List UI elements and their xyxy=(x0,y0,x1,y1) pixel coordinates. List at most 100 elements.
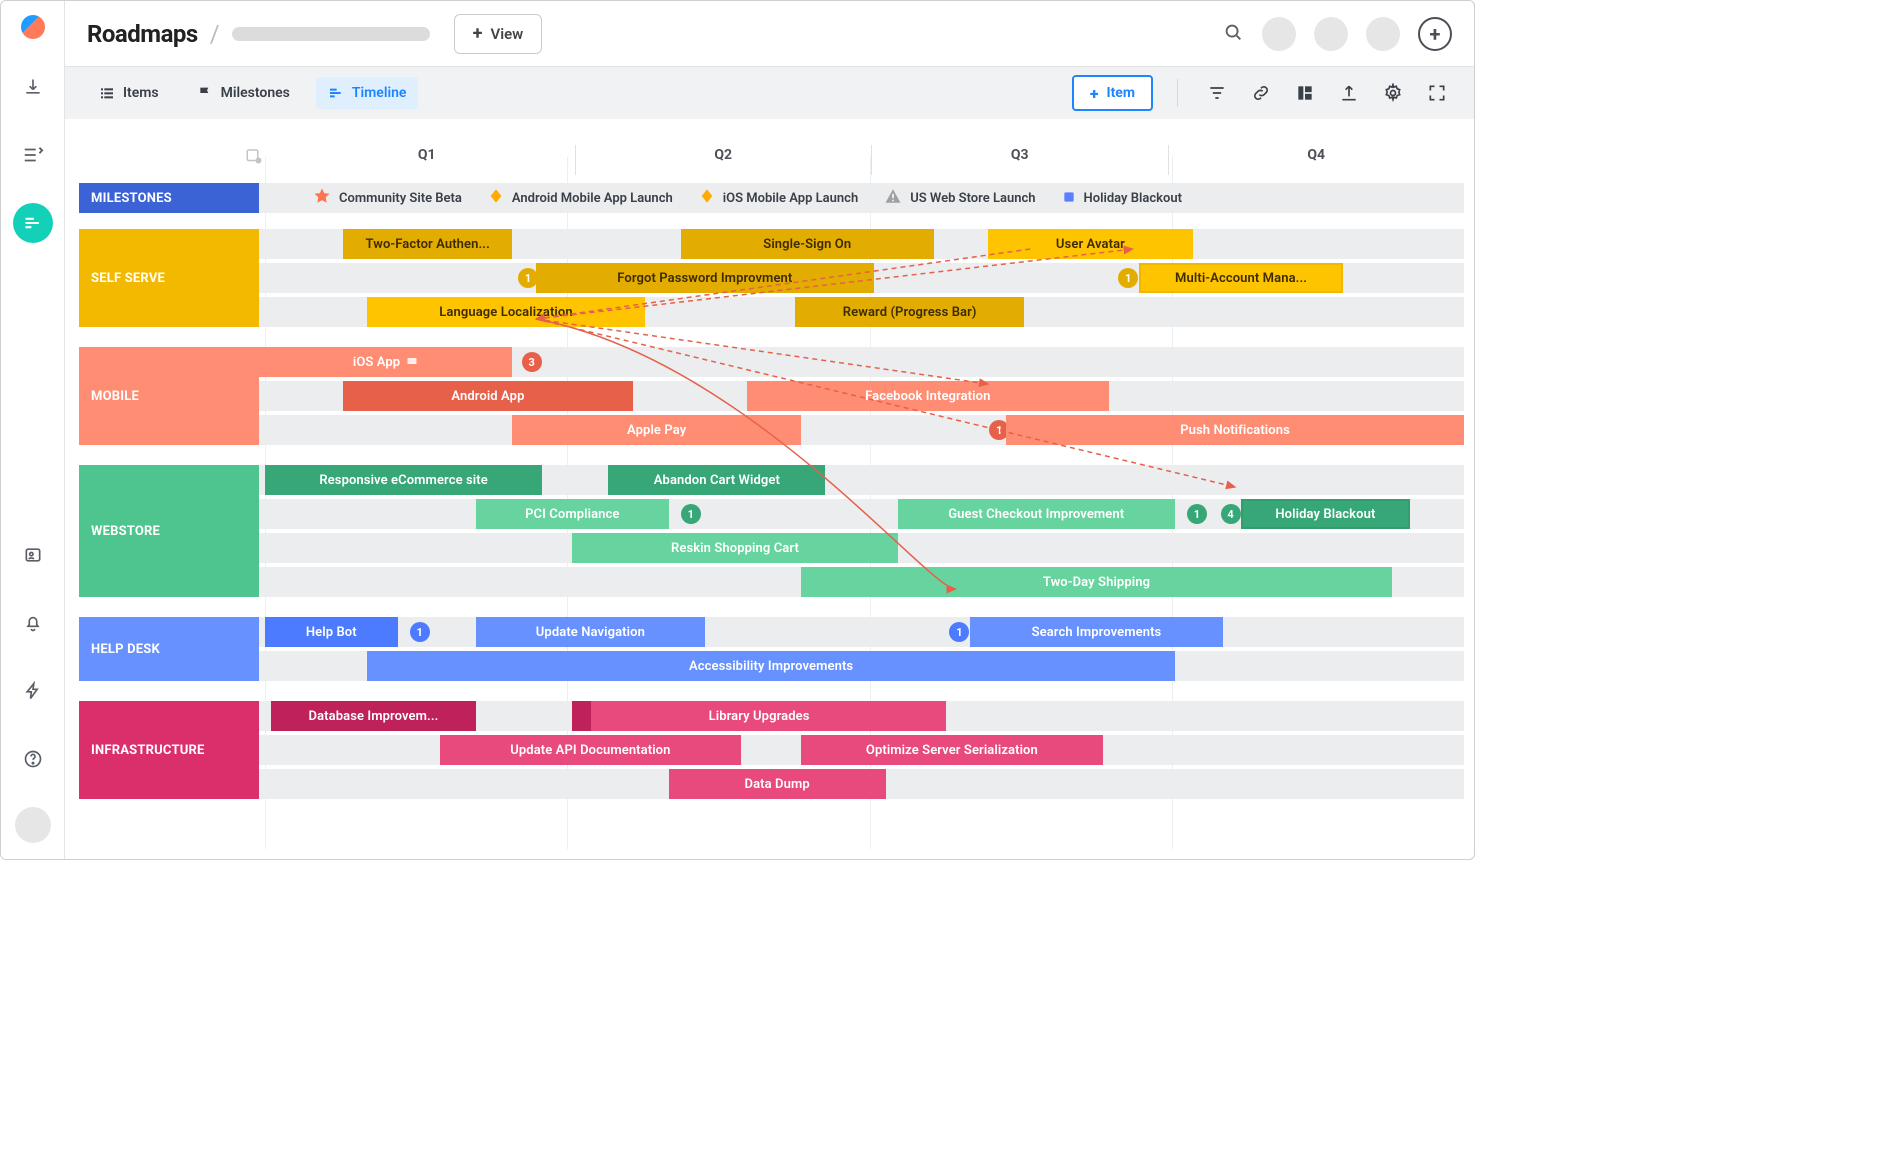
bar-label: Android App xyxy=(451,389,524,404)
quarter-header: Q3 xyxy=(871,145,1168,175)
timeline-scroll[interactable]: Q1Q2Q3Q4 MILESTONESCommunity Site BetaAn… xyxy=(65,119,1474,859)
timeline-bar[interactable]: Reward (Progress Bar) xyxy=(795,297,1024,327)
milestone-label: iOS Mobile App Launch xyxy=(723,191,858,206)
timeline-bar[interactable]: PCI Compliance xyxy=(476,499,669,529)
bell-icon[interactable] xyxy=(13,603,53,643)
timeline-bar[interactable]: Update Navigation xyxy=(476,617,705,647)
bar-label: Two-Factor Authen... xyxy=(365,237,489,252)
milestone[interactable]: US Web Store Launch xyxy=(884,187,1035,209)
bar-label: Forgot Password Improvment xyxy=(617,271,792,286)
dependency-count-badge[interactable]: 1 xyxy=(410,622,430,642)
timeline-bar[interactable]: Forgot Password Improvment xyxy=(536,263,873,293)
milestone[interactable]: Community Site Beta xyxy=(313,187,462,209)
gear-icon[interactable] xyxy=(1378,78,1408,108)
group-header-infrastructure[interactable]: INFRASTRUCTURE xyxy=(79,701,259,799)
current-user-avatar[interactable] xyxy=(15,807,51,843)
filter-icon[interactable] xyxy=(1202,78,1232,108)
app-logo[interactable] xyxy=(21,15,45,39)
timeline-bar[interactable]: Help Bot xyxy=(265,617,398,647)
milestone[interactable]: Android Mobile App Launch xyxy=(488,188,673,208)
search-icon[interactable] xyxy=(1222,21,1244,47)
timeline-row: Data Dump xyxy=(259,769,1464,799)
bar-label: Optimize Server Serialization xyxy=(866,743,1038,758)
tab-items[interactable]: Items xyxy=(87,77,171,109)
layout-icon[interactable] xyxy=(1290,78,1320,108)
tab-milestones[interactable]: Milestones xyxy=(185,77,302,109)
timeline-bar[interactable]: Update API Documentation xyxy=(440,735,741,765)
timeline-bar[interactable]: Facebook Integration xyxy=(747,381,1109,411)
milestone-label: Holiday Blackout xyxy=(1084,191,1182,206)
add-view-button[interactable]: + View xyxy=(454,14,543,54)
timeline-bar[interactable]: Single-Sign On xyxy=(681,229,934,259)
dependency-count-badge[interactable]: 1 xyxy=(681,504,701,524)
dependency-count-badge[interactable]: 1 xyxy=(949,622,969,642)
help-icon[interactable] xyxy=(13,739,53,779)
timeline-bar[interactable]: iOS App xyxy=(259,347,512,377)
bar-label: Two-Day Shipping xyxy=(1043,575,1150,590)
column-settings-icon[interactable] xyxy=(245,147,263,169)
group-header-help-desk[interactable]: HELP DESK xyxy=(79,617,259,681)
diamond-icon xyxy=(699,188,715,208)
milestone-label: US Web Store Launch xyxy=(910,191,1035,206)
avatar-placeholder[interactable] xyxy=(1262,17,1296,51)
timeline-bar[interactable]: Library Upgrades xyxy=(572,701,946,731)
export-icon[interactable] xyxy=(1334,78,1364,108)
timeline-icon xyxy=(328,85,344,101)
milestone[interactable]: Holiday Blackout xyxy=(1062,189,1182,208)
timeline-icon[interactable] xyxy=(13,203,53,243)
tab-timeline[interactable]: Timeline xyxy=(316,77,419,109)
link-icon[interactable] xyxy=(1246,78,1276,108)
timeline-bar[interactable]: Optimize Server Serialization xyxy=(801,735,1102,765)
add-item-button[interactable]: + Item xyxy=(1072,75,1153,111)
timeline-bar[interactable]: Reskin Shopping Cart xyxy=(572,533,897,563)
timeline-bar[interactable]: Data Dump xyxy=(669,769,886,799)
group-header-mobile[interactable]: MOBILE xyxy=(79,347,259,445)
avatar-placeholder[interactable] xyxy=(1314,17,1348,51)
timeline-bar[interactable]: Guest Checkout Improvement xyxy=(898,499,1175,529)
timeline-bar[interactable]: User Avatar xyxy=(988,229,1193,259)
milestone-label: Community Site Beta xyxy=(339,191,462,206)
group-header-milestones[interactable]: MILESTONES xyxy=(79,183,259,213)
timeline-bar[interactable]: Search Improvements xyxy=(970,617,1223,647)
avatar-placeholder[interactable] xyxy=(1366,17,1400,51)
dependency-count-badge[interactable]: 1 xyxy=(1187,504,1207,524)
group-header-self-serve[interactable]: SELF SERVE xyxy=(79,229,259,327)
invite-button[interactable]: + xyxy=(1418,17,1452,51)
add-view-label: View xyxy=(490,25,523,43)
timeline-row: Update API Documentation Optimize Server … xyxy=(259,735,1464,765)
bar-label: Holiday Blackout xyxy=(1275,507,1375,522)
group-header-webstore[interactable]: WEBSTORE xyxy=(79,465,259,597)
breadcrumb-slash: / xyxy=(210,20,220,48)
timeline-row: Responsive eCommerce site Abandon Cart Wi… xyxy=(259,465,1464,495)
timeline-bar[interactable]: Android App xyxy=(343,381,632,411)
timeline-bar[interactable]: Responsive eCommerce site xyxy=(265,465,542,495)
dependency-count-badge[interactable]: 1 xyxy=(1118,268,1138,288)
timeline-bar[interactable]: Push Notifications xyxy=(1006,415,1464,445)
bolt-icon[interactable] xyxy=(13,671,53,711)
timeline-bar[interactable]: Holiday Blackout xyxy=(1241,499,1410,529)
milestone[interactable]: iOS Mobile App Launch xyxy=(699,188,858,208)
timeline-bar[interactable]: Two-Day Shipping xyxy=(801,567,1391,597)
bar-label: Language Localization xyxy=(439,305,572,320)
dependency-count-badge[interactable]: 3 xyxy=(522,352,542,372)
dependency-count-badge[interactable]: 4 xyxy=(1221,504,1241,524)
timeline-row: Language Localization Reward (Progress Ba… xyxy=(259,297,1464,327)
timeline-bar[interactable]: Two-Factor Authen... xyxy=(343,229,512,259)
timeline-bar[interactable]: Accessibility Improvements xyxy=(367,651,1174,681)
page-title: Roadmaps xyxy=(87,20,198,48)
add-item-label: Item xyxy=(1106,85,1135,101)
timeline-bar[interactable]: Multi-Account Mana... xyxy=(1139,263,1344,293)
timeline-row: PCI Compliance 1 Guest Checkout Improvemen… xyxy=(259,499,1464,529)
bar-label: Single-Sign On xyxy=(763,237,851,252)
timeline-bar[interactable]: Database Improvem... xyxy=(271,701,476,731)
download-icon[interactable] xyxy=(13,67,53,107)
list-icon[interactable] xyxy=(13,135,53,175)
contact-card-icon[interactable] xyxy=(13,535,53,575)
timeline-bar[interactable]: Language Localization xyxy=(367,297,644,327)
fullscreen-icon[interactable] xyxy=(1422,78,1452,108)
plus-icon: + xyxy=(473,23,483,44)
header: Roadmaps / + View + xyxy=(65,1,1474,67)
timeline-bar[interactable]: Apple Pay xyxy=(512,415,801,445)
dependency-count-badge[interactable]: 1 xyxy=(518,268,538,288)
timeline-bar[interactable]: Abandon Cart Widget xyxy=(608,465,825,495)
